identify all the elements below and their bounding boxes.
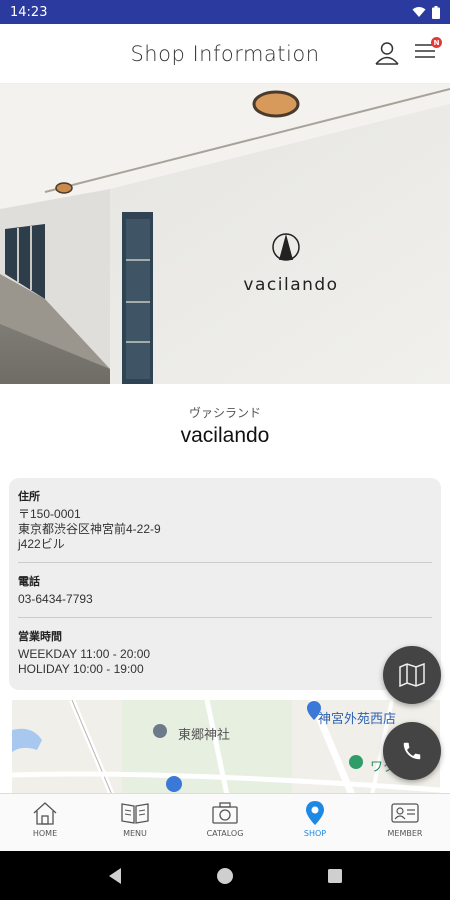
nav-label-catalog: CATALOG [206,829,244,838]
location-pin-icon [306,801,324,825]
page-title: Shop Information [130,41,320,66]
member-card-icon [391,803,419,823]
divider [18,562,432,563]
hours-label: 営業時間 [18,630,62,643]
camera-icon [212,802,238,824]
battery-icon [432,5,440,19]
screen: 14:23 Shop Information N vacilando ヴァシラン… [0,0,450,900]
shop-info-card: 住所 〒150-0001 東京都渋谷区神宮前4-22-9 j422ビル 電話 0… [9,478,441,690]
map-button[interactable] [383,646,441,704]
nav-item-catalog[interactable]: CATALOG [180,794,270,851]
recents-icon[interactable] [327,868,343,884]
phone-label: 電話 [18,575,40,588]
nav-item-member[interactable]: MEMBER [360,794,450,851]
shop-name-kana: ヴァシランド [188,406,261,420]
bottom-navigation: HOME MENU CATALOG SHOP MEMBER [0,793,450,851]
user-icon[interactable] [374,40,400,66]
map-label-shrine: 東郷神社 [178,728,231,743]
system-navigation-bar [0,851,450,900]
hours-weekday: WEEKDAY 11:00 - 20:00 [18,647,151,661]
status-bar: 14:23 [0,0,450,24]
hero-photo-illustration: vacilando [0,84,450,384]
phone-icon [403,742,421,760]
wifi-icon [412,7,426,17]
shop-hero-image: vacilando [0,84,450,384]
shop-name: vacilando [180,424,270,447]
nav-label-menu: MENU [123,829,147,838]
map-label-store: 神宮外苑西店 [318,712,397,727]
app-header: Shop Information N [0,24,450,84]
status-time: 14:23 [10,4,48,20]
divider [18,617,432,618]
home-icon [33,802,57,825]
status-icons [412,5,440,19]
address-street: 東京都渋谷区神宮前4-22-9 [18,522,161,536]
address-label: 住所 [18,490,40,503]
nav-label-home: HOME [32,829,58,838]
hours-section: 営業時間 WEEKDAY 11:00 - 20:00 HOLIDAY 10:00… [18,628,432,685]
nav-label-shop: SHOP [303,829,327,838]
back-icon[interactable] [107,867,123,885]
call-button[interactable] [383,722,441,780]
home-circle-icon[interactable] [216,867,234,885]
hours-holiday: HOLIDAY 10:00 - 19:00 [18,662,144,676]
phone-number[interactable]: 03-6434-7793 [18,592,432,607]
header-icons: N [374,37,442,66]
notification-badge: N [431,37,442,48]
address-building: j422ビル [18,537,65,551]
shop-map[interactable]: 東郷神社 神宮外苑西店 ワタ [12,700,440,795]
hero-sign-text: vacilando [243,275,338,295]
nav-item-home[interactable]: HOME [0,794,90,851]
menu-button[interactable]: N [414,37,442,65]
address-section: 住所 〒150-0001 東京都渋谷区神宮前4-22-9 j422ビル [18,488,432,560]
book-icon [121,803,149,824]
nav-item-menu[interactable]: MENU [90,794,180,851]
nav-item-shop[interactable]: SHOP [270,794,360,851]
nav-label-member: MEMBER [387,829,423,838]
phone-section: 電話 03-6434-7793 [18,573,432,615]
address-postal: 〒150-0001 [18,507,81,521]
map-icon [399,663,425,687]
